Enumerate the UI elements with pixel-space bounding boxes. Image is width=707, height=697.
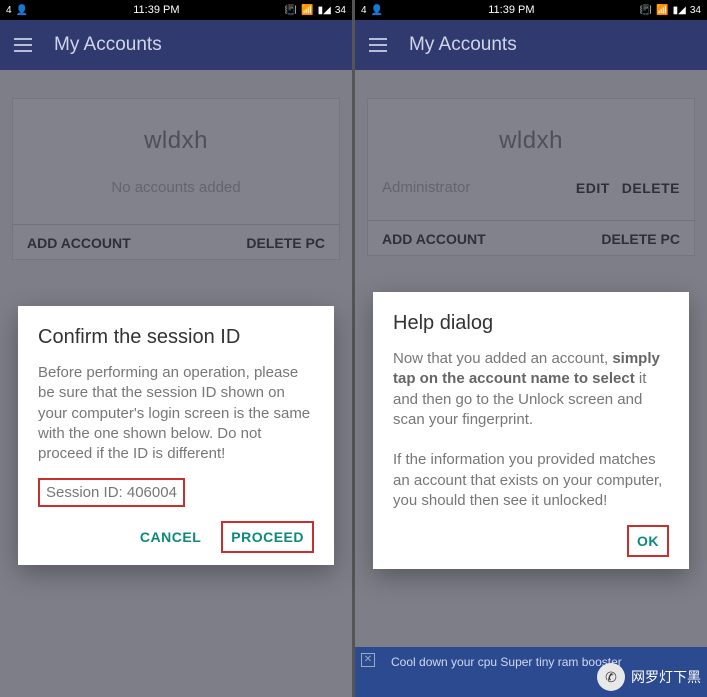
phone-right: 4 👤 11:39 PM 📳 📶 ▮◢ 34 My Accounts wldxh…	[355, 0, 707, 697]
ok-button[interactable]: OK	[627, 525, 669, 557]
proceed-button[interactable]: PROCEED	[221, 521, 314, 553]
app-title: My Accounts	[409, 34, 517, 56]
help-dialog: Help dialog Now that you added an accoun…	[373, 292, 689, 569]
vibrate-icon: 📳	[285, 5, 297, 16]
app-bar: My Accounts	[355, 20, 707, 70]
menu-icon[interactable]	[14, 38, 32, 52]
watermark-text: 网罗灯下黑	[631, 667, 701, 687]
app-bar: My Accounts	[0, 20, 352, 70]
signal-icon: ▮◢	[673, 5, 686, 16]
status-bar: 4 👤 11:39 PM 📳 📶 ▮◢ 34	[355, 0, 707, 20]
notif-count-icon: 4	[6, 5, 12, 16]
help-text-pre: Now that you added an account,	[393, 350, 612, 367]
watermark: ✆ 网罗灯下黑	[597, 663, 701, 691]
dialog-overlay: Help dialog Now that you added an accoun…	[355, 70, 707, 697]
dialog-title: Confirm the session ID	[38, 326, 314, 349]
person-icon: 👤	[16, 5, 28, 16]
battery-icon: 34	[690, 5, 701, 16]
menu-icon[interactable]	[369, 38, 387, 52]
session-id-label: Session ID:	[46, 484, 123, 501]
wechat-icon: ✆	[597, 663, 625, 691]
battery-icon: 34	[335, 5, 346, 16]
ad-close-icon[interactable]: ✕	[361, 653, 375, 667]
dialog-overlay: Confirm the session ID Before performing…	[0, 70, 352, 697]
status-time: 11:39 PM	[383, 4, 640, 16]
dialog-body: Before performing an operation, please b…	[38, 363, 314, 464]
cancel-button[interactable]: CANCEL	[130, 521, 211, 553]
person-icon: 👤	[371, 5, 383, 16]
content-area: wldxh No accounts added ADD ACCOUNT DELE…	[0, 70, 352, 697]
vibrate-icon: 📳	[640, 5, 652, 16]
dialog-title: Help dialog	[393, 312, 669, 335]
signal-icon: ▮◢	[318, 5, 331, 16]
session-id-value: 406004	[127, 484, 177, 501]
app-title: My Accounts	[54, 34, 162, 56]
status-time: 11:39 PM	[28, 4, 285, 16]
ad-text: Cool down your cpu Super tiny ram booste…	[391, 655, 622, 669]
dialog-body: Now that you added an account, simply ta…	[393, 349, 669, 511]
wifi-icon: 📶	[301, 5, 313, 16]
content-area: wldxh Administrator EDIT DELETE ADD ACCO…	[355, 70, 707, 697]
session-id-row: Session ID: 406004	[38, 478, 185, 507]
status-bar: 4 👤 11:39 PM 📳 📶 ▮◢ 34	[0, 0, 352, 20]
confirm-session-dialog: Confirm the session ID Before performing…	[18, 306, 334, 565]
help-text-2: If the information you provided matches …	[393, 451, 662, 509]
notif-count-icon: 4	[361, 5, 367, 16]
phone-left: 4 👤 11:39 PM 📳 📶 ▮◢ 34 My Accounts wldxh…	[0, 0, 352, 697]
wifi-icon: 📶	[656, 5, 668, 16]
